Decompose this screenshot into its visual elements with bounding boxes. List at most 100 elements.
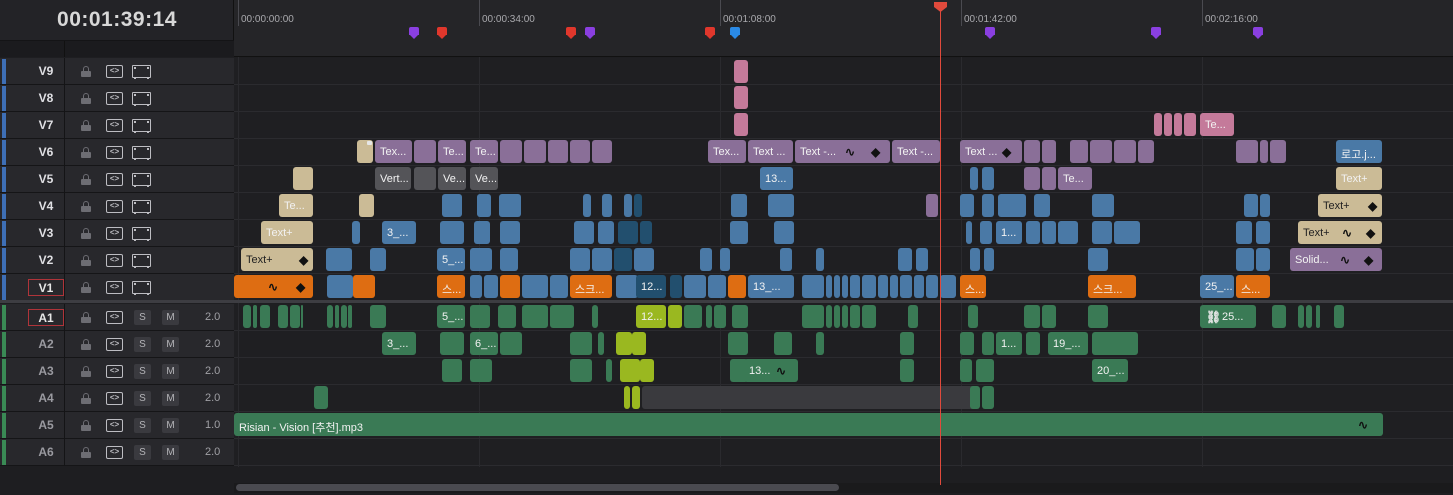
title-clip[interactable]: Solid... ∿ ◆ [1290,248,1382,271]
audio-clip[interactable] [370,305,386,328]
video-clip[interactable]: 12... [636,275,666,298]
audio-clip[interactable] [982,386,994,409]
timeline-marker[interactable] [1253,27,1263,39]
mute-button[interactable]: M [162,337,179,352]
solo-button[interactable]: S [134,310,151,325]
mute-button[interactable]: M [162,445,179,460]
auto-track-icon[interactable]: <> [106,227,123,240]
title-clip[interactable] [548,140,568,163]
auto-track-icon[interactable]: <> [106,311,123,324]
audio-clip[interactable]: 1... [996,332,1022,355]
video-clip[interactable] [484,275,498,298]
video-clip[interactable]: 25_... [1200,275,1234,298]
lock-icon[interactable] [81,120,91,131]
auto-track-icon[interactable]: <> [106,446,123,459]
video-clip[interactable] [602,194,612,217]
audio-clip[interactable] [960,332,974,355]
audio-clip-music[interactable]: Risian - Vision [추천].mp3 ∿ [234,413,1383,436]
video-clip[interactable] [984,248,994,271]
video-clip[interactable] [1174,113,1182,136]
title-clip[interactable]: Text+ ◆ [241,248,313,271]
video-audio-divider[interactable] [0,300,1453,303]
title-clip[interactable]: Text+ ◆ [1318,194,1382,217]
solo-button[interactable]: S [134,391,151,406]
video-clip[interactable] [734,113,748,136]
track-volume[interactable]: 2.0 [205,365,220,377]
audio-clip[interactable] [1298,305,1304,328]
video-clip[interactable] [1114,221,1140,244]
video-clip[interactable] [730,221,748,244]
scrollbar-thumb[interactable] [236,484,839,491]
video-clip[interactable]: 5_... [437,248,465,271]
film-icon[interactable] [132,227,151,241]
video-clip[interactable] [327,275,353,298]
video-clip[interactable]: Te... [1200,113,1234,136]
audio-clip[interactable] [570,359,592,382]
video-clip[interactable]: 13... [760,167,793,190]
audio-clip[interactable] [327,305,333,328]
title-clip[interactable]: Text ... ◆ [960,140,1022,163]
video-clip[interactable] [634,248,654,271]
auto-track-icon[interactable]: <> [106,419,123,432]
mute-button[interactable]: M [162,418,179,433]
video-clip[interactable] [980,221,992,244]
auto-track-icon[interactable]: <> [106,254,123,267]
audio-clip[interactable] [470,359,492,382]
audio-clip[interactable] [826,305,832,328]
title-clip[interactable]: Text+ ∿ ◆ [1298,221,1382,244]
track-name[interactable]: A3 [28,363,64,380]
track-name[interactable]: V2 [28,252,64,269]
video-clip[interactable] [970,167,978,190]
track-volume[interactable]: 2.0 [205,446,220,458]
audio-clip[interactable] [500,332,522,355]
audio-clip[interactable]: 20_... [1092,359,1128,382]
track-name[interactable]: V1 [28,279,64,296]
audio-clip[interactable] [260,305,270,328]
lock-icon[interactable] [81,174,91,185]
lock-icon[interactable] [81,282,91,293]
audio-clip[interactable] [960,359,972,382]
track-header-a5[interactable]: A5 <> S M 1.0 [0,412,234,439]
video-clip[interactable] [898,248,912,271]
title-clip[interactable]: Text -... ∿ ◆ [795,140,890,163]
track-name[interactable]: V9 [28,63,64,80]
video-clip[interactable] [960,194,974,217]
audio-clip[interactable] [968,305,978,328]
video-clip[interactable] [500,248,518,271]
track-header-a3[interactable]: A3 <> S M 2.0 [0,358,234,385]
film-icon[interactable] [132,146,151,160]
timeline-marker[interactable] [705,27,715,39]
video-clip[interactable] [570,248,590,271]
track-header-v1[interactable]: V1 <> [0,274,234,301]
audio-clip[interactable]: 12... [636,305,666,328]
solo-button[interactable]: S [134,364,151,379]
auto-track-icon[interactable]: <> [106,281,123,294]
video-clip[interactable] [998,194,1026,217]
video-clip[interactable] [768,194,794,217]
audio-clip[interactable] [278,305,288,328]
title-clip[interactable]: Text -... [892,140,940,163]
video-clip[interactable] [618,221,638,244]
audio-clip[interactable] [341,305,347,328]
video-clip[interactable] [1042,221,1056,244]
video-clip[interactable] [914,275,924,298]
video-clip[interactable] [1244,194,1258,217]
track-header-v8[interactable]: V8 <> [0,85,234,112]
video-clip[interactable]: ∿ ◆ [234,275,313,298]
video-clip[interactable] [926,275,938,298]
lock-icon[interactable] [81,366,91,377]
video-clip[interactable] [816,248,824,271]
audio-clip[interactable] [606,359,612,382]
audio-clip[interactable] [1092,332,1138,355]
video-clip[interactable] [550,275,568,298]
video-clip[interactable] [470,275,482,298]
film-icon[interactable] [132,65,151,79]
video-clip[interactable] [1092,221,1112,244]
video-clip[interactable] [802,275,824,298]
audio-clip[interactable] [774,332,792,355]
video-clip[interactable] [734,60,748,83]
current-timecode[interactable]: 00:01:39:14 [0,8,234,32]
lane-v4[interactable] [234,193,1453,220]
solo-button[interactable]: S [134,337,151,352]
video-clip[interactable] [370,248,386,271]
